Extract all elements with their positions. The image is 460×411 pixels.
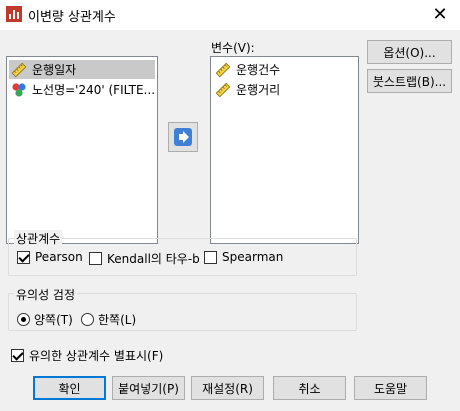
spss-app-icon [6,6,22,22]
options-button[interactable]: 옵션(O)... [367,40,452,64]
list-item[interactable]: 운행건수 [213,60,356,79]
dialog-body: 운행일자 노선명='240' (FILTE... 변수(V): 운행건수 운행거… [0,30,460,411]
spearman-checkbox[interactable]: Spearman [204,250,283,264]
pearson-checkbox[interactable]: Pearson [17,250,83,264]
list-item-label: 노선명='240' (FILTE... [32,83,155,97]
ruler-scale-icon [215,82,231,97]
checkbox-box [17,250,30,264]
paste-button[interactable]: 붙여넣기(P) [112,376,185,400]
close-button[interactable]: ✕ [420,0,460,28]
checkbox-box [204,250,217,264]
list-item[interactable]: 운행일자 [9,60,155,79]
kendall-checkbox[interactable]: Kendall의 타우-b [89,250,200,267]
flag-significant-checkbox[interactable]: 유의한 상관계수 별표시(F) [11,347,163,364]
move-to-variables-button[interactable] [168,122,198,152]
window-title: 이변량 상관계수 [28,10,116,25]
variables-list[interactable]: 운행건수 운행거리 [210,56,359,244]
list-item-label: 운행일자 [32,63,77,77]
cancel-button[interactable]: 취소 [273,376,346,400]
help-button[interactable]: 도움말 [354,376,427,400]
checkbox-box [89,252,102,265]
ruler-scale-icon [11,62,27,77]
list-item-label: 운행건수 [236,63,281,77]
reset-button[interactable]: 재설정(R) [191,376,264,400]
nominal-circles-icon [12,82,26,97]
ok-button[interactable]: 확인 [33,376,106,400]
significance-group-title: 유의성 검정 [14,286,78,303]
list-item[interactable]: 노선명='240' (FILTE... [9,80,155,99]
list-item-label: 운행거리 [236,83,281,97]
radio-dot [81,313,94,326]
checkbox-box [11,349,24,362]
variables-label: 변수(V): [211,41,255,55]
one-tailed-radio[interactable]: 한쪽(L) [81,311,136,328]
title-bar: 이변량 상관계수 ✕ [0,0,460,30]
ruler-scale-icon [215,62,231,77]
source-variable-list[interactable]: 운행일자 노선명='240' (FILTE... [6,56,158,244]
list-item[interactable]: 운행거리 [213,80,356,99]
bootstrap-button[interactable]: 붓스트랩(B)... [367,69,452,93]
correlation-group-title: 상관계수 [14,230,63,247]
radio-dot [17,313,30,326]
two-tailed-radio[interactable]: 양쪽(T) [17,311,73,328]
close-icon: ✕ [432,3,448,25]
right-arrow-icon [174,128,192,146]
